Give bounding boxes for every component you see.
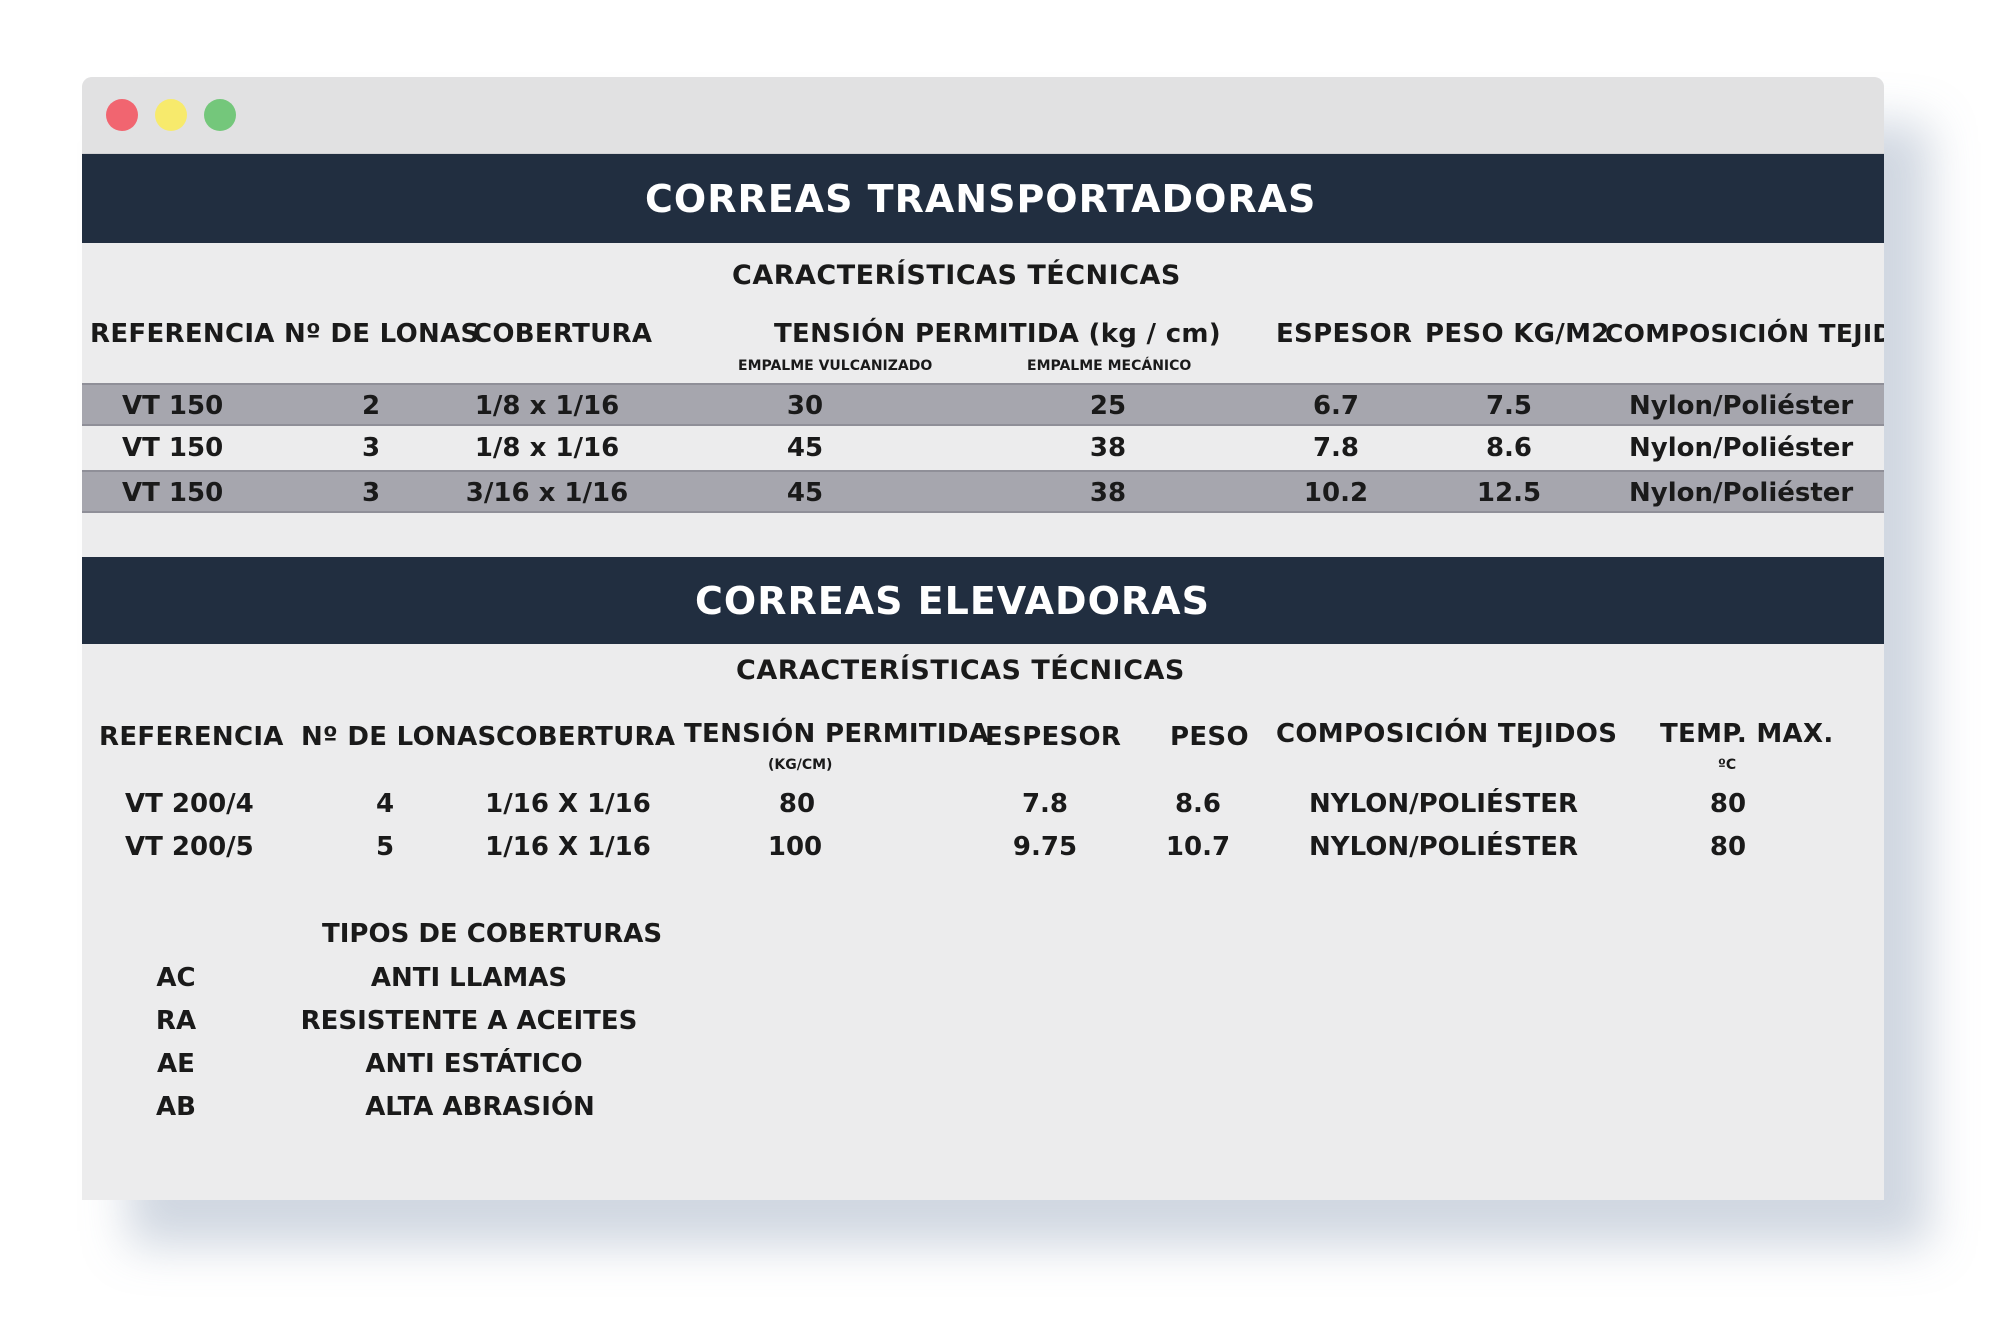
cell-thickness: 6.7 bbox=[1312, 391, 1360, 421]
cell-plies: 2 bbox=[361, 391, 381, 421]
col-header-tension: TENSIÓN PERMITIDA bbox=[684, 719, 990, 749]
col-subheader-temp-unit: ºC bbox=[1718, 757, 1737, 773]
conveyor-title: CORREAS TRANSPORTADORAS bbox=[645, 176, 1317, 221]
col-header-reference: REFERENCIA bbox=[90, 319, 275, 349]
table-row: VT 200/4 4 1/16 X 1/16 80 7.8 8.6 NYLON/… bbox=[82, 783, 1884, 826]
cell-mechanical: 38 bbox=[1089, 478, 1127, 508]
cell-mechanical: 25 bbox=[1089, 391, 1127, 421]
table-row: VT 150 3 3/16 x 1/16 45 38 10.2 12.5 Nyl… bbox=[82, 470, 1884, 513]
cell-cover: 1/16 X 1/16 bbox=[485, 832, 651, 862]
cover-type-code: AB bbox=[156, 1092, 196, 1122]
cell-fabric: NYLON/POLIÉSTER bbox=[1309, 832, 1578, 862]
cell-fabric: Nylon/Poliéster bbox=[1629, 433, 1854, 463]
cell-reference: VT 150 bbox=[122, 433, 224, 463]
browser-window: CORREAS TRANSPORTADORAS CARACTERÍSTICAS … bbox=[82, 77, 1884, 1200]
col-header-fabric: COMPOSICIÓN TEJIDOS bbox=[1276, 719, 1618, 749]
close-window-button[interactable] bbox=[106, 99, 138, 131]
cover-types-title: TIPOS DE COBERTURAS bbox=[322, 919, 663, 949]
cell-cover: 1/16 X 1/16 bbox=[485, 789, 651, 819]
cover-type-label: ANTI ESTÁTICO bbox=[365, 1049, 583, 1079]
col-header-temp: TEMP. MAX. bbox=[1660, 719, 1834, 749]
cell-tension: 100 bbox=[767, 832, 823, 862]
cell-plies: 3 bbox=[361, 433, 381, 463]
cell-vulcanized: 45 bbox=[786, 478, 824, 508]
maximize-window-button[interactable] bbox=[204, 99, 236, 131]
cell-plies: 5 bbox=[375, 832, 395, 862]
col-header-reference: REFERENCIA bbox=[99, 722, 284, 752]
col-header-thickness: ESPESOR bbox=[1276, 319, 1413, 349]
cell-reference: VT 150 bbox=[122, 391, 224, 421]
cover-type-code: AE bbox=[157, 1049, 195, 1079]
window-titlebar bbox=[82, 77, 1884, 155]
cell-plies: 3 bbox=[361, 478, 381, 508]
col-header-plies: Nº DE LONAS bbox=[284, 319, 480, 349]
cell-vulcanized: 45 bbox=[786, 433, 824, 463]
cell-thickness: 7.8 bbox=[1021, 789, 1069, 819]
cell-temp: 80 bbox=[1709, 832, 1747, 862]
col-header-tension: TENSIÓN PERMITIDA (kg / cm) bbox=[774, 319, 1221, 349]
cell-tension: 80 bbox=[778, 789, 816, 819]
cell-fabric: Nylon/Poliéster bbox=[1629, 478, 1854, 508]
cover-type-label: ALTA ABRASIÓN bbox=[365, 1092, 595, 1122]
col-subheader-tension-unit: (KG/CM) bbox=[768, 757, 833, 773]
col-header-plies: Nº DE LONAS bbox=[301, 722, 497, 752]
cell-vulcanized: 30 bbox=[786, 391, 824, 421]
elevator-section-banner: CORREAS ELEVADORAS bbox=[82, 557, 1884, 644]
cell-reference: VT 150 bbox=[122, 478, 224, 508]
elevator-title: CORREAS ELEVADORAS bbox=[695, 578, 1210, 623]
cell-weight: 12.5 bbox=[1476, 478, 1542, 508]
cell-weight: 10.7 bbox=[1165, 832, 1231, 862]
cell-cover: 1/8 x 1/16 bbox=[474, 433, 620, 463]
cell-fabric: Nylon/Poliéster bbox=[1629, 391, 1854, 421]
cell-thickness: 10.2 bbox=[1303, 478, 1369, 508]
cell-mechanical: 38 bbox=[1089, 433, 1127, 463]
cell-weight: 8.6 bbox=[1485, 433, 1533, 463]
cell-cover: 3/16 x 1/16 bbox=[465, 478, 629, 508]
cell-thickness: 9.75 bbox=[1012, 832, 1078, 862]
col-header-thickness: ESPESOR bbox=[985, 722, 1122, 752]
cell-thickness: 7.8 bbox=[1312, 433, 1360, 463]
cover-type-code: RA bbox=[155, 1006, 197, 1036]
cell-cover: 1/8 x 1/16 bbox=[474, 391, 620, 421]
col-header-weight: PESO KG/M2 bbox=[1425, 319, 1610, 349]
cell-reference: VT 200/5 bbox=[125, 832, 254, 862]
col-header-fabric: COMPOSICIÓN TEJIDOS bbox=[1605, 319, 1884, 348]
cell-weight: 7.5 bbox=[1485, 391, 1533, 421]
col-header-weight: PESO bbox=[1170, 722, 1249, 752]
cover-type-label: RESISTENTE A ACEITES bbox=[300, 1006, 638, 1036]
cover-type-label: ANTI LLAMAS bbox=[370, 963, 568, 993]
elevator-subtitle: CARACTERÍSTICAS TÉCNICAS bbox=[736, 655, 1185, 686]
minimize-window-button[interactable] bbox=[155, 99, 187, 131]
table-row: VT 200/5 5 1/16 X 1/16 100 9.75 10.7 NYL… bbox=[82, 826, 1884, 869]
conveyor-section-banner: CORREAS TRANSPORTADORAS bbox=[82, 154, 1884, 243]
conveyor-subtitle: CARACTERÍSTICAS TÉCNICAS bbox=[732, 260, 1181, 291]
table-row: VT 150 3 1/8 x 1/16 45 38 7.8 8.6 Nylon/… bbox=[82, 427, 1884, 470]
col-subheader-vulcanized: EMPALME VULCANIZADO bbox=[738, 358, 933, 374]
cell-fabric: NYLON/POLIÉSTER bbox=[1309, 789, 1578, 819]
cell-plies: 4 bbox=[375, 789, 395, 819]
cell-temp: 80 bbox=[1709, 789, 1747, 819]
col-header-cover: COBERTURA bbox=[473, 319, 653, 349]
col-subheader-mechanical: EMPALME MECÁNICO bbox=[1027, 358, 1192, 374]
cell-reference: VT 200/4 bbox=[125, 789, 254, 819]
col-header-cover: COBERTURA bbox=[496, 722, 676, 752]
cell-weight: 8.6 bbox=[1174, 789, 1222, 819]
cover-type-code: AC bbox=[156, 963, 196, 993]
table-row: VT 150 2 1/8 x 1/16 30 25 6.7 7.5 Nylon/… bbox=[82, 383, 1884, 426]
